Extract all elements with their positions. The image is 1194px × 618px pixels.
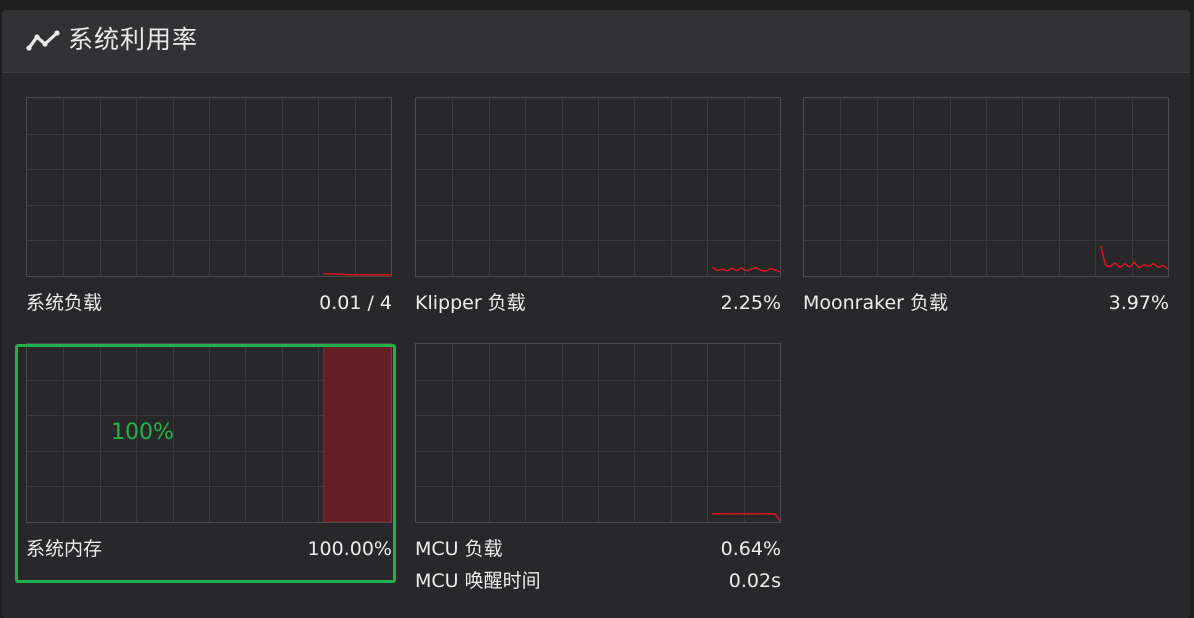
moonraker-load-value: 3.97% [1108, 292, 1169, 314]
mcu-awake-value: 0.02s [728, 570, 781, 592]
data-point [765, 513, 767, 515]
data-point [731, 513, 733, 515]
data-point [366, 274, 368, 276]
system-load-row: 系统负载 0.01 / 4 [26, 291, 392, 315]
series-line [1100, 245, 1168, 270]
klipper-load-label: Klipper 负载 [415, 292, 526, 314]
system-memory-row: 系统内存 100.00% [26, 537, 392, 561]
data-point [332, 273, 334, 275]
data-point [347, 274, 349, 276]
data-point [351, 274, 354, 276]
data-point [1100, 245, 1102, 247]
data-point [736, 513, 738, 515]
memory-area [323, 344, 391, 522]
data-point [750, 513, 752, 515]
moonraker-load-chart[interactable] [803, 97, 1169, 277]
moonraker-load-label: Moonraker 负载 [803, 292, 949, 314]
data-point [755, 513, 757, 515]
data-point [337, 273, 339, 275]
data-point [1153, 262, 1155, 264]
data-point [760, 513, 762, 515]
klipper-load-row: Klipper 负载 2.25% [415, 291, 781, 315]
data-point [745, 513, 747, 515]
data-point [765, 270, 767, 272]
data-point [361, 274, 363, 276]
series-line [712, 513, 780, 522]
line-chart-icon [26, 30, 60, 51]
data-point [1114, 262, 1116, 264]
data-point [716, 513, 719, 515]
data-point [736, 270, 738, 272]
data-point [769, 268, 771, 270]
data-point [740, 513, 743, 515]
data-point [750, 268, 752, 270]
mcu-load-chart-svg [416, 344, 780, 522]
data-point [721, 268, 723, 270]
data-point [726, 513, 728, 515]
mcu-load-value: 0.64% [720, 538, 781, 560]
data-point [342, 273, 344, 275]
system-memory-value: 100.00% [307, 538, 392, 560]
system-memory-chart[interactable]: 100% [26, 343, 392, 523]
klipper-load-chart[interactable] [415, 97, 781, 277]
system-usage-card: 系统利用率 系统负载 0.01 / 4 Klipper 负载 2.25% Moo… [2, 10, 1190, 618]
data-point [760, 269, 762, 271]
data-point [726, 270, 728, 272]
page-title: 系统利用率 [68, 25, 199, 54]
data-point [376, 274, 378, 276]
data-point [712, 513, 714, 515]
data-point [745, 270, 747, 272]
mcu-load-row: MCU 负载 0.64% [415, 537, 781, 561]
data-point [385, 274, 387, 276]
data-point [769, 513, 771, 515]
data-point [380, 274, 382, 276]
system-load-label: 系统负载 [26, 292, 103, 314]
data-point [721, 513, 723, 515]
system-memory-label: 系统内存 [26, 538, 103, 560]
data-point [740, 267, 743, 269]
data-point [712, 266, 714, 269]
data-point [1128, 266, 1131, 268]
moonraker-load-chart-svg [804, 98, 1168, 276]
system-load-chart[interactable] [26, 97, 392, 277]
data-point [774, 269, 776, 271]
data-point [755, 266, 757, 268]
data-point [1133, 261, 1135, 263]
data-point [1119, 266, 1121, 269]
mcu-awake-label: MCU 唤醒时间 [415, 570, 541, 592]
data-point [371, 274, 373, 276]
mcu-load-chart[interactable] [415, 343, 781, 523]
mcu-load-label: MCU 负载 [415, 538, 503, 560]
memory-overlay-label: 100% [111, 420, 174, 445]
moonraker-load-row: Moonraker 负载 3.97% [803, 291, 1169, 315]
data-point [1148, 265, 1150, 267]
data-point [731, 267, 733, 269]
klipper-load-value: 2.25% [720, 292, 781, 314]
data-point [356, 274, 358, 276]
mcu-awake-row: MCU 唤醒时间 0.02s [415, 569, 781, 593]
data-point [1104, 264, 1107, 266]
data-point [327, 273, 330, 275]
system-load-chart-svg [27, 98, 391, 276]
klipper-load-chart-svg [416, 98, 780, 276]
system-load-value: 0.01 / 4 [319, 292, 392, 314]
data-point [323, 273, 325, 275]
data-point [774, 513, 776, 515]
card-header: 系统利用率 [2, 10, 1190, 73]
data-point [1138, 267, 1140, 269]
data-point [1143, 264, 1145, 266]
data-point [1109, 266, 1111, 268]
data-point [1157, 266, 1159, 268]
data-point [1162, 264, 1164, 266]
data-point [1124, 263, 1126, 265]
system-memory-chart-svg [27, 344, 391, 522]
data-point [716, 269, 719, 272]
